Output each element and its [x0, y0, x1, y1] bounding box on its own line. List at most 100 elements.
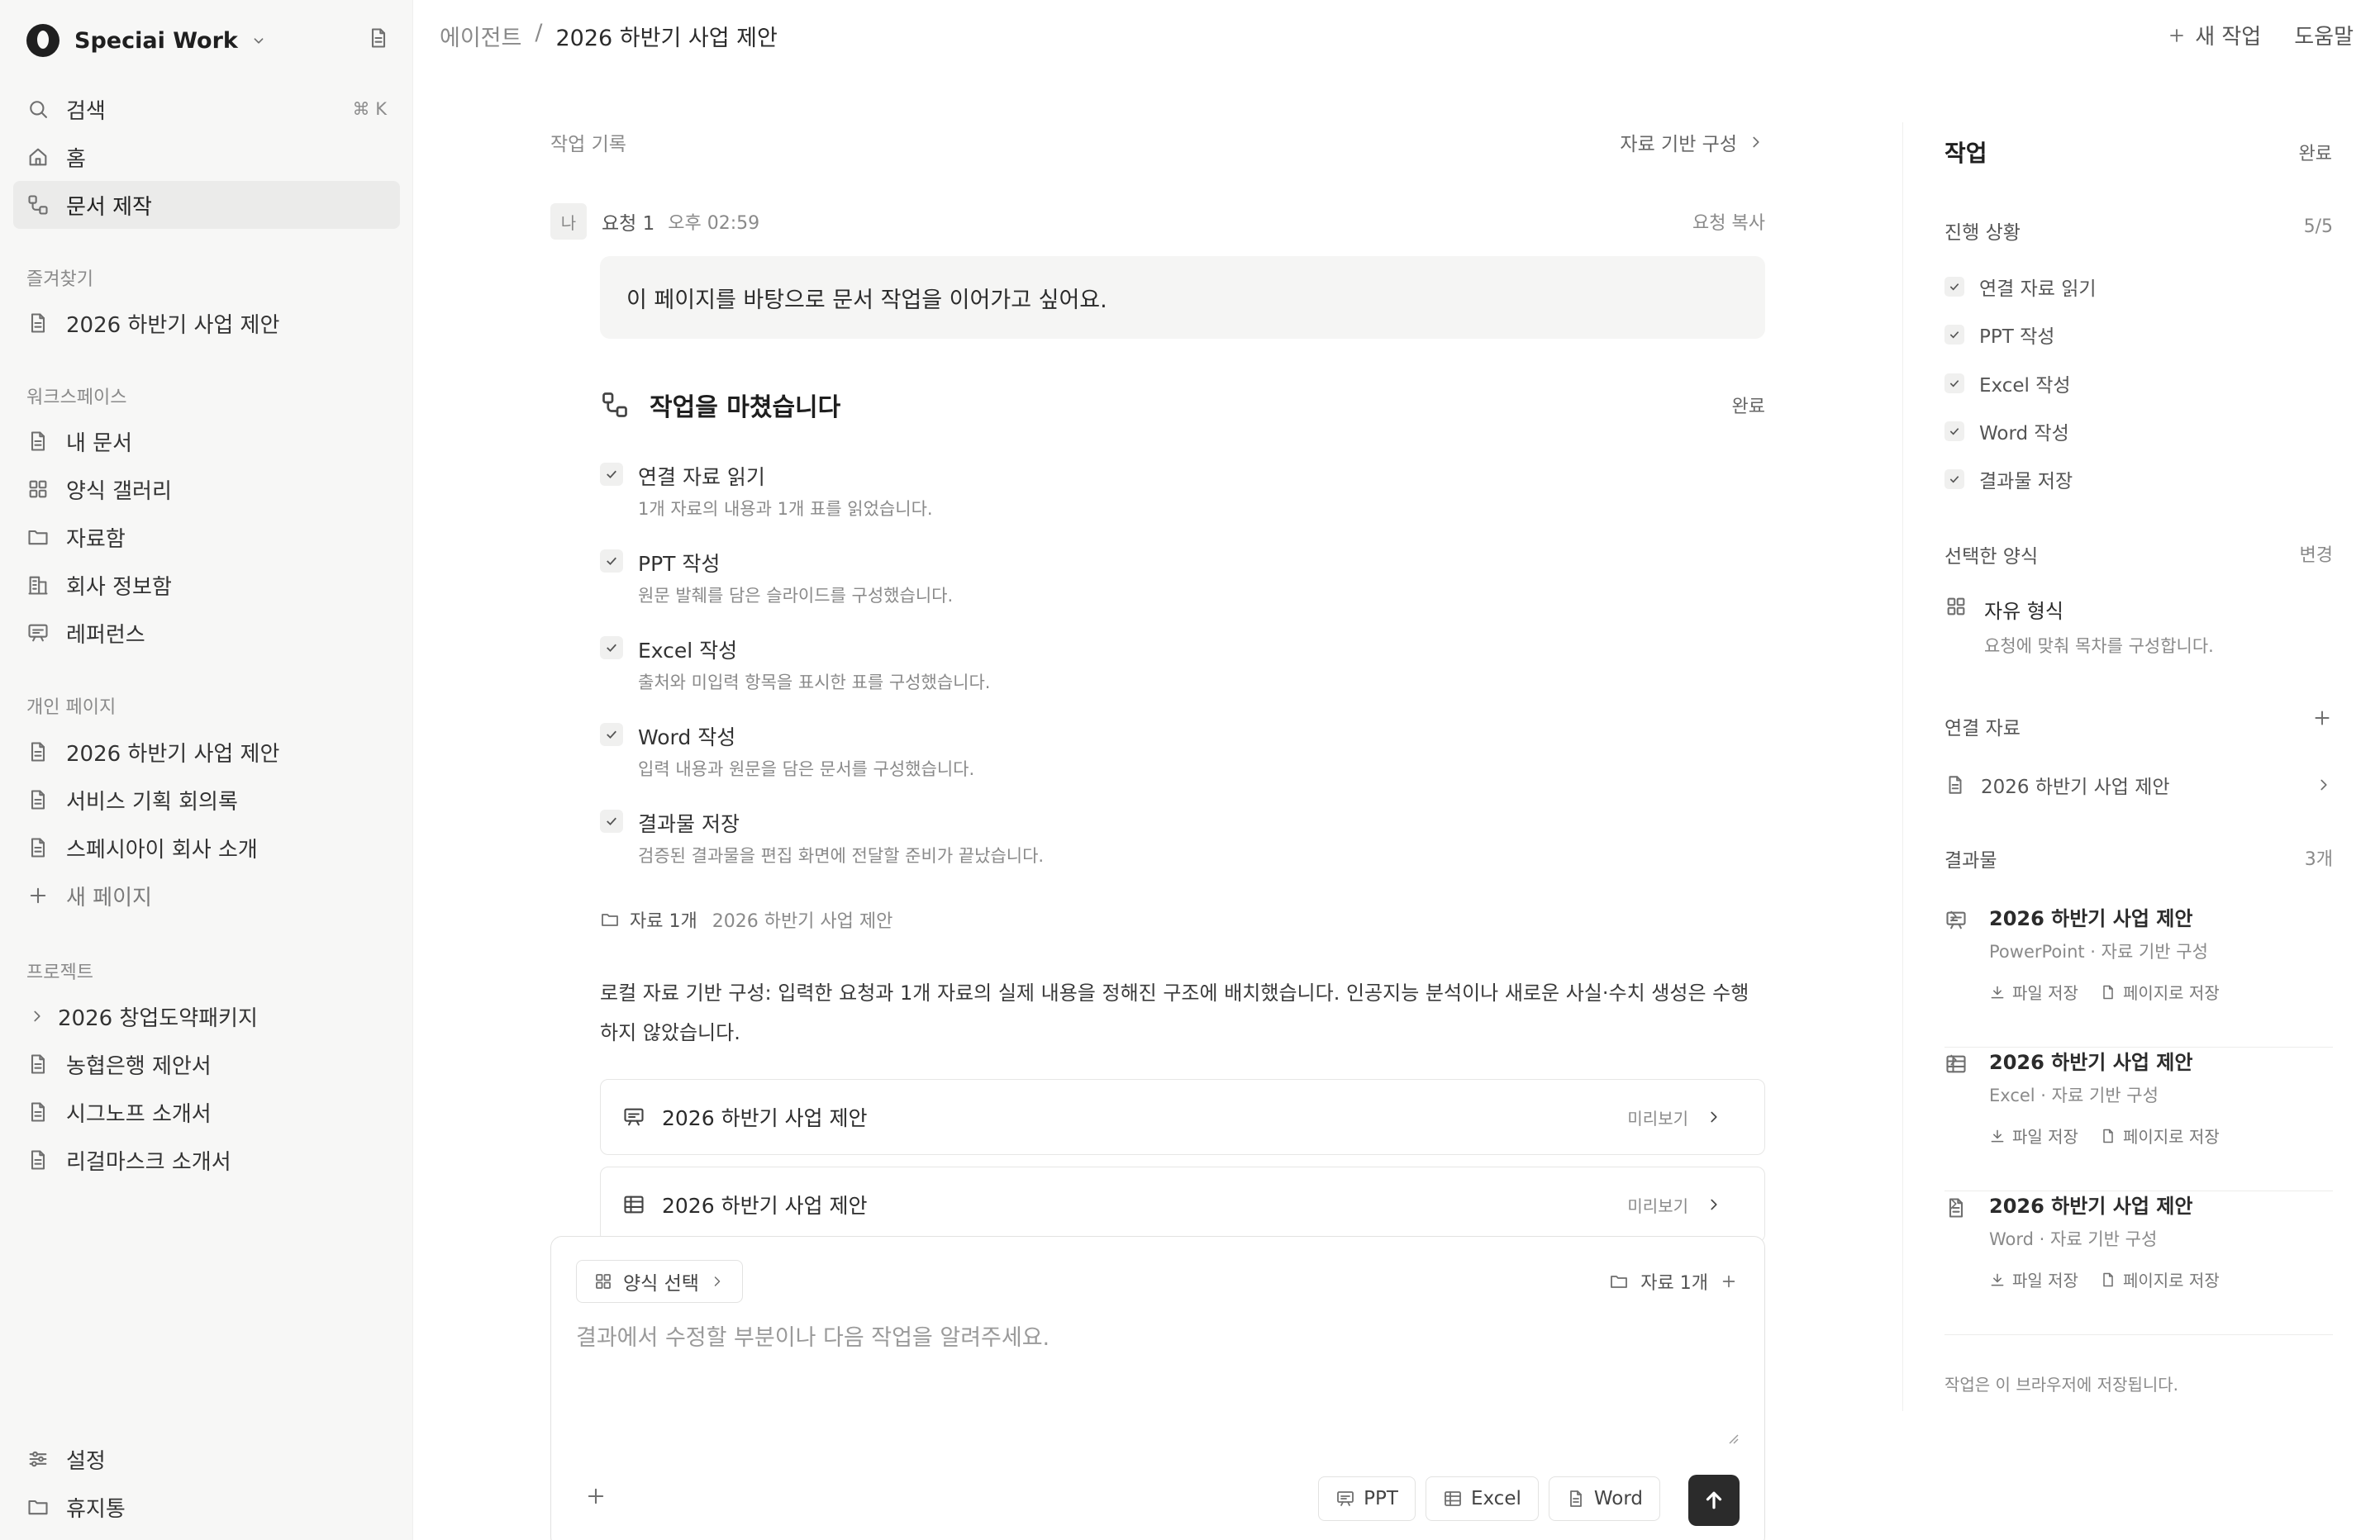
sidebar-item-project[interactable]: 농협은행 제안서 [13, 1040, 400, 1088]
chevron-right-icon[interactable] [28, 1007, 46, 1025]
sidebar-item-personal-page[interactable]: 서비스 기획 회의록 [13, 776, 400, 824]
presentation-icon [1337, 1491, 1354, 1506]
sidebar-item-favorite[interactable]: 2026 하반기 사업 제안 [13, 299, 400, 347]
check-icon [600, 636, 623, 659]
sidebar-item-label: 양식 갤러리 [66, 478, 172, 504]
worklog-mode-link[interactable]: 자료 기반 구성 [1620, 128, 1765, 156]
sidebar-item-reference[interactable]: 레퍼런스 [13, 609, 400, 657]
chevron-right-icon [714, 1276, 721, 1286]
save-file-button[interactable]: 파일 저장 [1989, 980, 2078, 1004]
sidebar-item-label: 스페시아이 회사 소개 [66, 837, 258, 863]
save-file-label: 파일 저장 [2012, 1271, 2078, 1290]
save-page-button[interactable]: 페이지로 저장 [2100, 1124, 2220, 1148]
sidebar-item-label: 설정 [66, 1448, 106, 1474]
projects-section-label: 프로젝트 [26, 962, 93, 983]
sidebar-item-label: 2026 하반기 사업 제안 [66, 312, 280, 338]
new-task-button[interactable]: 새 작업 [2167, 20, 2261, 50]
sidebar-item-project[interactable]: 시그노프 소개서 [13, 1088, 400, 1136]
progress-item: Word 작성 [1944, 417, 2069, 445]
new-page-label: 새 페이지 [66, 885, 152, 910]
sidebar-item-doc-make[interactable]: 문서 제작 [13, 181, 400, 229]
save-page-button[interactable]: 페이지로 저장 [2100, 980, 2220, 1004]
send-button[interactable] [1688, 1475, 1740, 1526]
status-badge: 완료 [1731, 397, 1765, 417]
check-icon [600, 723, 623, 746]
request-time: 오후 02:59 [668, 213, 760, 234]
sidebar-item-home[interactable]: 홈 [13, 133, 400, 181]
request-name: 요청 1 [602, 213, 655, 235]
progress-item: PPT 작성 [1944, 321, 2054, 349]
sidebar-item-settings[interactable]: 설정 [13, 1435, 400, 1483]
arrow-up-icon [1706, 1491, 1722, 1509]
output-desc: PowerPoint · 자료 기반 구성 [1989, 942, 2208, 962]
grid-icon [1947, 597, 1965, 616]
add-attachment-icon[interactable] [584, 1485, 607, 1508]
prompt-input[interactable] [576, 1319, 1741, 1443]
breadcrumb-root[interactable]: 에이전트 [440, 20, 521, 52]
task-panel: 작업 완료 진행 상황 5/5 연결 자료 읽기 PPT 작성 Excel 작성… [1902, 122, 2333, 1411]
format-word-button[interactable]: Word [1548, 1476, 1660, 1521]
document-icon [2103, 1129, 2113, 1143]
format-ppt-button[interactable]: PPT [1318, 1476, 1416, 1521]
preview-button[interactable]: 미리보기 [1627, 1193, 1740, 1217]
source-materials[interactable]: 자료 1개 2026 하반기 사업 제안 [600, 906, 892, 933]
document-icon [2103, 1272, 2113, 1286]
sidebar-item-my-docs[interactable]: 내 문서 [13, 417, 400, 465]
new-task-label: 새 작업 [2195, 25, 2262, 50]
save-page-button[interactable]: 페이지로 저장 [2100, 1267, 2220, 1291]
summary-text: 로컬 자료 기반 구성: 입력한 요청과 1개 자료의 실제 내용을 정해진 구… [600, 982, 1749, 1044]
output-card[interactable]: 2026 하반기 사업 제안 미리보기 [600, 1167, 1765, 1243]
sidebar-item-materials[interactable]: 자료함 [13, 513, 400, 561]
save-file-button[interactable]: 파일 저장 [1989, 1267, 2078, 1291]
output-name: 2026 하반기 사업 제안 [1989, 1195, 2193, 1218]
step-title: 연결 자료 읽기 [638, 465, 765, 489]
output-item[interactable]: 2026 하반기 사업 제안 Excel · 자료 기반 구성 파일 저장 페이… [1944, 1046, 2333, 1191]
format-buttons: PPT Excel Word [1318, 1476, 1660, 1521]
document-icon [31, 1054, 45, 1074]
new-document-icon[interactable] [367, 26, 390, 50]
folder-icon [28, 1500, 48, 1515]
download-icon [1991, 1273, 2004, 1286]
plus-icon[interactable] [1720, 1272, 1738, 1290]
plus-icon[interactable] [2311, 707, 2333, 729]
sidebar-item-personal-page[interactable]: 2026 하반기 사업 제안 [13, 728, 400, 776]
copy-request-button[interactable]: 요청 복사 [1692, 208, 1765, 235]
home-icon [29, 148, 47, 166]
template-change-button[interactable]: 변경 [2300, 540, 2333, 567]
download-icon [1991, 1129, 2004, 1142]
linked-material[interactable]: 2026 하반기 사업 제안 [1944, 768, 2333, 801]
step-desc: 1개 자료의 내용과 1개 표를 읽었습니다. [638, 499, 933, 519]
sidebar-item-project[interactable]: 2026 창업도약패키지 [13, 992, 400, 1040]
output-item[interactable]: 2026 하반기 사업 제안 Word · 자료 기반 구성 파일 저장 페이지… [1944, 1190, 2333, 1335]
sidebar-item-trash[interactable]: 휴지통 [13, 1483, 400, 1531]
help-button[interactable]: 도움말 [2294, 20, 2354, 50]
sidebar-item-company-info[interactable]: 회사 정보함 [13, 561, 400, 609]
folder-icon [28, 530, 48, 545]
template-select-button[interactable]: 양식 선택 [576, 1260, 743, 1303]
workspace-switcher[interactable]: Speciai Work [26, 21, 390, 59]
sidebar-search[interactable]: 검색 ⌘ K [13, 85, 400, 133]
sidebar-item-template-gallery[interactable]: 양식 갤러리 [13, 465, 400, 513]
sidebar-item-personal-page[interactable]: 스페시아이 회사 소개 [13, 824, 400, 872]
workspace-section-label: 워크스페이스 [26, 387, 127, 408]
check-icon [600, 810, 623, 833]
top-actions: 새 작업 도움말 [2167, 20, 2354, 50]
output-actions: 파일 저장 페이지로 저장 [1989, 1124, 2220, 1148]
resize-handle-icon[interactable] [1726, 1432, 1740, 1445]
preview-button[interactable]: 미리보기 [1627, 1105, 1740, 1129]
template-section-label: 선택한 양식 변경 [1944, 540, 2333, 568]
sidebar-item-label: 리걸마스크 소개서 [66, 1149, 231, 1175]
output-name: 2026 하반기 사업 제안 [1989, 907, 2193, 930]
folder-icon [1611, 1276, 1628, 1288]
chevron-down-icon [254, 38, 264, 44]
attached-materials[interactable]: 자료 1개 [1609, 1268, 1738, 1295]
materials-label: 연결 자료 [1944, 718, 2021, 739]
search-icon [30, 101, 47, 118]
new-page-button[interactable]: 새 페이지 [13, 872, 400, 920]
outputs-count: 3개 [2304, 849, 2333, 870]
sidebar-item-project[interactable]: 리걸마스크 소개서 [13, 1136, 400, 1184]
save-file-button[interactable]: 파일 저장 [1989, 1124, 2078, 1148]
format-excel-button[interactable]: Excel [1425, 1476, 1539, 1521]
output-card[interactable]: 2026 하반기 사업 제안 미리보기 [600, 1079, 1765, 1155]
output-item[interactable]: 2026 하반기 사업 제안 PowerPoint · 자료 기반 구성 파일 … [1944, 902, 2333, 1048]
